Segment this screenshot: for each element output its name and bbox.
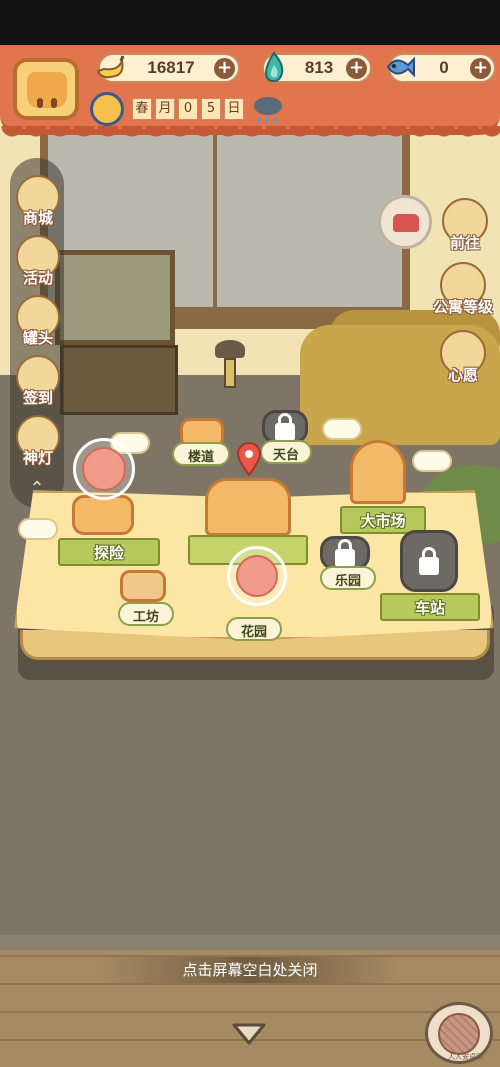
lock-icon: [335, 549, 355, 567]
cloud: [18, 518, 58, 540]
banana-icon: [96, 55, 125, 79]
lock-icon: [419, 557, 439, 575]
garden-focus-ring[interactable]: [227, 546, 287, 606]
day-digit: 5: [201, 98, 221, 120]
shop-button[interactable]: 商城: [12, 175, 64, 237]
season-label: 春: [132, 98, 152, 120]
close-hint[interactable]: 点击屏幕空白处关闭: [100, 957, 400, 983]
garden-tag[interactable]: 花园: [226, 617, 282, 641]
player-avatar-button[interactable]: [13, 58, 79, 120]
station-label: 车站: [414, 599, 445, 617]
magic-lamp-label: 神灯: [22, 449, 53, 467]
close-hint-text: 点击屏幕空白处关闭: [182, 961, 318, 979]
aquarium: [55, 250, 175, 345]
add-flame-button[interactable]: +: [346, 58, 367, 79]
fish-currency: 0 +: [386, 53, 496, 83]
park-label: 乐园: [334, 574, 361, 589]
sun-icon: [90, 92, 124, 126]
car-icon: [393, 214, 419, 232]
cabinet: [60, 345, 178, 415]
cat-ear: [50, 75, 68, 93]
day-digit: 0: [178, 98, 198, 120]
month-label: 月: [155, 98, 175, 120]
floor-lamp: [215, 340, 245, 390]
workshop-tag[interactable]: 工坊: [118, 602, 174, 626]
workshop-label: 工坊: [132, 610, 159, 625]
stairs-tag[interactable]: 楼道: [172, 442, 230, 466]
apartment-level-button[interactable]: 公寓等级: [432, 262, 494, 328]
location-pin-icon: [236, 442, 262, 476]
explore-focus-ring[interactable]: [73, 438, 135, 500]
cat-eye: [51, 98, 57, 108]
cloud: [412, 450, 452, 472]
banana-count: 16817: [147, 58, 195, 77]
explore-label: 探险: [93, 544, 124, 562]
goto-button[interactable]: 前往: [434, 198, 496, 264]
market-building[interactable]: [350, 440, 406, 504]
window-frame-bar: [213, 133, 217, 307]
rooftop-locked-building[interactable]: [262, 410, 308, 444]
station-locked-building[interactable]: [400, 530, 458, 592]
car-icon: [82, 447, 126, 491]
cans-label: 罐头: [22, 329, 53, 347]
rooftop-label: 天台: [272, 448, 299, 463]
shop-label: 商城: [22, 209, 53, 227]
checkin-button[interactable]: 签到: [12, 355, 64, 417]
garden-label: 花园: [240, 625, 267, 640]
fish-count: 0: [439, 58, 449, 77]
flame-count: 813: [304, 58, 334, 77]
market-label: 大市场: [360, 512, 406, 530]
rooftop-tag[interactable]: 天台: [260, 440, 312, 464]
apartment-level-label: 公寓等级: [432, 298, 493, 316]
cans-button[interactable]: 罐头: [12, 295, 64, 357]
cat-ear: [26, 75, 44, 93]
apartment-building[interactable]: [205, 478, 291, 536]
events-button[interactable]: 活动: [12, 235, 64, 297]
watermark: 人人安卓网: [448, 1053, 483, 1061]
add-banana-button[interactable]: +: [214, 58, 235, 79]
wish-label: 心愿: [447, 366, 478, 384]
stairs-label: 楼道: [187, 450, 214, 465]
park-tag[interactable]: 乐园: [320, 566, 376, 590]
events-label: 活动: [22, 269, 53, 287]
explore-banner[interactable]: 探险: [58, 538, 160, 566]
cat-eye: [37, 98, 43, 108]
magic-lamp-button[interactable]: 神灯: [12, 415, 64, 477]
station-banner[interactable]: 车站: [380, 593, 480, 621]
cloud: [322, 418, 362, 440]
blue-flame-icon: [264, 51, 284, 83]
day-label: 日: [224, 98, 244, 120]
lamp-shade: [215, 340, 245, 358]
cat-face-icon: [26, 72, 68, 108]
wish-button[interactable]: 心愿: [432, 330, 494, 396]
fish-icon: [386, 56, 415, 78]
goto-label: 前往: [449, 234, 480, 252]
checkin-label: 签到: [22, 389, 53, 407]
park-locked-building[interactable]: [320, 536, 370, 570]
yarn-ball-icon: [438, 1013, 480, 1055]
lamp-body: [224, 358, 236, 388]
banana-currency: 16817 +: [96, 53, 240, 83]
workshop-building[interactable]: [120, 570, 166, 602]
rain-cloud-icon[interactable]: [250, 95, 286, 125]
device-status-bar: [0, 0, 500, 45]
sickle-icon: [236, 555, 278, 597]
chevron-down-icon[interactable]: [231, 1022, 267, 1046]
explore-building[interactable]: [72, 495, 134, 535]
flame-currency: 813 +: [262, 51, 372, 83]
hud-scallop-trim: [0, 126, 500, 140]
car-shortcut-button[interactable]: [378, 195, 432, 249]
lock-icon: [275, 423, 295, 441]
add-fish-button[interactable]: +: [470, 58, 491, 79]
